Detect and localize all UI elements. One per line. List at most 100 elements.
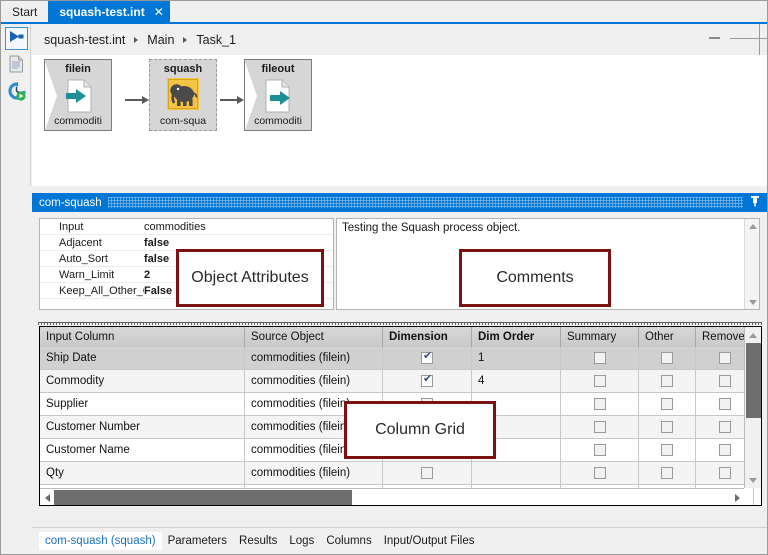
scroll-up-icon[interactable] xyxy=(745,219,760,233)
cell-summary-checkbox[interactable] xyxy=(561,347,639,370)
checkbox-icon[interactable] xyxy=(594,467,606,479)
checkbox-icon[interactable] xyxy=(661,467,673,479)
cell-input-column: Customer Number xyxy=(40,416,245,439)
checkbox-icon[interactable] xyxy=(719,398,731,410)
checkbox-icon[interactable] xyxy=(661,375,673,387)
column-header-source-object[interactable]: Source Object xyxy=(245,327,383,347)
callout-label: Comments xyxy=(496,269,573,287)
column-grid-header: Input Column Source Object Dimension Dim… xyxy=(40,327,761,347)
checkbox-icon[interactable] xyxy=(719,421,731,433)
run-button[interactable] xyxy=(5,27,28,50)
diagram-canvas[interactable]: filein commoditi xyxy=(32,55,768,186)
tab-results[interactable]: Results xyxy=(233,532,283,550)
cell-summary-checkbox[interactable] xyxy=(561,462,639,485)
file-export-icon xyxy=(262,79,294,113)
breadcrumb-item-0[interactable]: squash-test.int xyxy=(42,33,127,47)
cell-other-checkbox[interactable] xyxy=(639,439,696,462)
history-refresh-button[interactable] xyxy=(5,82,28,105)
cell-dimension-checkbox[interactable] xyxy=(383,370,472,393)
cell-other-checkbox[interactable] xyxy=(639,462,696,485)
scroll-right-icon[interactable] xyxy=(730,489,744,506)
table-row[interactable]: Commodity commodities (filein) 4 xyxy=(40,370,761,393)
checkbox-icon[interactable] xyxy=(719,467,731,479)
checkbox-icon[interactable] xyxy=(661,352,673,364)
tab-parameters[interactable]: Parameters xyxy=(162,532,233,550)
checkbox-icon[interactable] xyxy=(661,444,673,456)
grid-vertical-scrollbar[interactable] xyxy=(744,327,761,488)
table-row[interactable]: Qty commodities (filein) xyxy=(40,462,761,485)
column-header-dimension[interactable]: Dimension xyxy=(383,327,472,347)
checkbox-icon[interactable] xyxy=(594,375,606,387)
callout-object-attributes: Object Attributes xyxy=(176,249,324,307)
scroll-left-icon[interactable] xyxy=(40,489,54,506)
cell-other-checkbox[interactable] xyxy=(639,393,696,416)
table-row[interactable]: Ship Date commodities (filein) 1 xyxy=(40,347,761,370)
node-title: squash xyxy=(164,63,203,75)
checkbox-icon[interactable] xyxy=(661,398,673,410)
cell-dimension-checkbox[interactable] xyxy=(383,462,472,485)
checkbox-icon[interactable] xyxy=(594,352,606,364)
breadcrumb-item-2[interactable]: Task_1 xyxy=(194,33,238,47)
cell-summary-checkbox[interactable] xyxy=(561,370,639,393)
horizontal-scroll-thumb[interactable] xyxy=(54,490,352,505)
grid-horizontal-scrollbar[interactable] xyxy=(40,488,744,505)
attribute-row[interactable]: Input commodities xyxy=(40,219,333,235)
cell-dimension-checkbox[interactable] xyxy=(383,347,472,370)
tab-input-output-files[interactable]: Input/Output Files xyxy=(378,532,481,550)
tab-com-squash[interactable]: com-squash (squash) xyxy=(39,532,162,550)
tab-start[interactable]: Start xyxy=(1,1,48,22)
connector-arrow-2 xyxy=(220,95,244,104)
cell-dim-order: 4 xyxy=(472,370,561,393)
document-button[interactable] xyxy=(5,55,28,78)
tab-columns[interactable]: Columns xyxy=(320,532,377,550)
cell-source-object: commodities (filein) xyxy=(245,347,383,370)
checkbox-checked-icon[interactable] xyxy=(421,352,433,364)
checkbox-icon[interactable] xyxy=(594,398,606,410)
checkbox-icon[interactable] xyxy=(594,421,606,433)
diagram-node-squash[interactable]: squash xyxy=(149,59,217,131)
checkbox-icon[interactable] xyxy=(421,467,433,479)
checkbox-checked-icon[interactable] xyxy=(421,375,433,387)
column-header-other[interactable]: Other xyxy=(639,327,696,347)
drag-grip-dots[interactable] xyxy=(108,197,743,208)
bottom-tabbar: com-squash (squash) Parameters Results L… xyxy=(32,527,768,554)
scroll-down-icon[interactable] xyxy=(745,472,761,488)
column-header-dim-order[interactable]: Dim Order xyxy=(472,327,561,347)
scroll-up-icon[interactable] xyxy=(745,327,761,343)
diagram-node-filein[interactable]: filein commoditi xyxy=(44,59,112,131)
tab-logs[interactable]: Logs xyxy=(283,532,320,550)
chevron-right-icon xyxy=(183,37,187,43)
cell-dim-order: 1 xyxy=(472,347,561,370)
cell-other-checkbox[interactable] xyxy=(639,416,696,439)
diagram-node-fileout[interactable]: fileout commoditi xyxy=(244,59,312,131)
checkbox-icon[interactable] xyxy=(719,375,731,387)
node-subtitle: com-squa xyxy=(160,115,206,127)
checkbox-icon[interactable] xyxy=(661,421,673,433)
comments-vertical-scrollbar[interactable] xyxy=(744,219,759,309)
attribute-value: false xyxy=(144,237,333,249)
cell-other-checkbox[interactable] xyxy=(639,370,696,393)
minimize-button[interactable] xyxy=(709,37,720,39)
checkbox-icon[interactable] xyxy=(719,444,731,456)
callout-label: Object Attributes xyxy=(191,269,308,287)
vertical-scroll-thumb[interactable] xyxy=(746,343,761,418)
dock-panel-title: com-squash xyxy=(39,197,102,209)
column-header-input-column[interactable]: Input Column xyxy=(40,327,245,347)
dock-panel-header[interactable]: com-squash xyxy=(32,193,768,212)
close-icon[interactable]: ✕ xyxy=(154,6,164,18)
breadcrumb-item-1[interactable]: Main xyxy=(145,33,176,47)
cell-summary-checkbox[interactable] xyxy=(561,393,639,416)
tab-squash-test-int[interactable]: squash-test.int ✕ xyxy=(48,1,169,22)
cell-summary-checkbox[interactable] xyxy=(561,416,639,439)
checkbox-icon[interactable] xyxy=(719,352,731,364)
checkbox-icon[interactable] xyxy=(594,444,606,456)
attribute-key: Warn_Limit xyxy=(40,269,144,281)
cell-other-checkbox[interactable] xyxy=(639,347,696,370)
column-header-summary[interactable]: Summary xyxy=(561,327,639,347)
comments-text: Testing the Squash process object. xyxy=(337,219,759,237)
attribute-key: Input xyxy=(40,221,144,233)
scroll-down-icon[interactable] xyxy=(745,295,760,309)
pin-icon[interactable] xyxy=(749,194,763,212)
cell-summary-checkbox[interactable] xyxy=(561,439,639,462)
properties-region: Input commodities Adjacent false Auto_So… xyxy=(32,212,768,323)
